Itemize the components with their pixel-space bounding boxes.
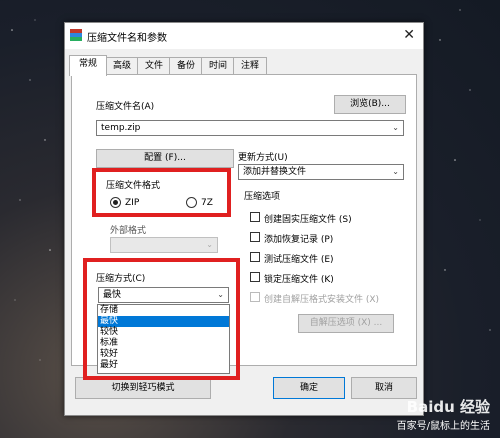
- archive-name-value: temp.zip: [101, 123, 141, 133]
- test-archive-checkbox[interactable]: [250, 252, 260, 262]
- recovery-record-label: 添加恢复记录 (P): [264, 235, 334, 245]
- solid-archive-checkbox[interactable]: [250, 212, 260, 222]
- update-mode-select[interactable]: 添加并替换文件 ⌄: [238, 164, 404, 180]
- ok-button[interactable]: 确定: [273, 377, 345, 399]
- tab-general[interactable]: 常规: [69, 55, 107, 76]
- compression-method-highlight: [83, 258, 240, 380]
- tab-advanced[interactable]: 高级: [105, 57, 139, 75]
- profiles-button[interactable]: 配置 (F)...: [96, 149, 234, 168]
- tab-comment[interactable]: 注释: [233, 57, 267, 75]
- watermark: Baidu 经验 百家号/鼠标上的生活: [397, 396, 490, 432]
- solid-archive-label: 创建固实压缩文件 (S): [264, 215, 352, 225]
- chevron-down-icon: ⌄: [392, 167, 399, 176]
- browse-button[interactable]: 浏览(B)...: [334, 95, 406, 114]
- watermark-caption: 百家号/鼠标上的生活: [396, 421, 490, 432]
- archive-format-highlight: [92, 168, 231, 217]
- archive-name-input[interactable]: temp.zip ⌄: [96, 120, 404, 136]
- lock-archive-label: 锁定压缩文件 (K): [264, 275, 334, 285]
- title-bar[interactable]: 压缩文件名和参数 ✕: [65, 23, 423, 49]
- sfx-archive-label: 创建自解压格式安装文件 (X): [264, 295, 380, 305]
- tab-backup[interactable]: 备份: [169, 57, 203, 75]
- update-mode-value: 添加并替换文件: [243, 167, 307, 177]
- watermark-logo: Baidu 经验: [406, 398, 490, 416]
- test-archive-label: 测试压缩文件 (E): [264, 255, 334, 265]
- sfx-archive-checkbox[interactable]: [250, 292, 260, 302]
- external-format-select[interactable]: ⌄: [110, 237, 218, 253]
- chevron-down-icon[interactable]: ⌄: [392, 121, 399, 135]
- close-icon[interactable]: ✕: [403, 27, 415, 43]
- winrar-app-icon: [70, 29, 82, 41]
- chevron-down-icon: ⌄: [206, 240, 213, 249]
- tab-files[interactable]: 文件: [137, 57, 171, 75]
- external-format-label: 外部格式: [110, 226, 147, 236]
- sfx-options-button[interactable]: 自解压选项 (X) ...: [298, 314, 394, 333]
- archive-name-label: 压缩文件名(A): [96, 102, 155, 112]
- compression-options-title: 压缩选项: [244, 192, 281, 202]
- recovery-record-checkbox[interactable]: [250, 232, 260, 242]
- lock-archive-checkbox[interactable]: [250, 272, 260, 282]
- dialog-title: 压缩文件名和参数: [87, 33, 167, 44]
- switch-to-wizard-button[interactable]: 切换到轻巧模式: [75, 377, 211, 399]
- update-mode-label: 更新方式(U): [238, 153, 288, 163]
- tab-time[interactable]: 时间: [201, 57, 235, 75]
